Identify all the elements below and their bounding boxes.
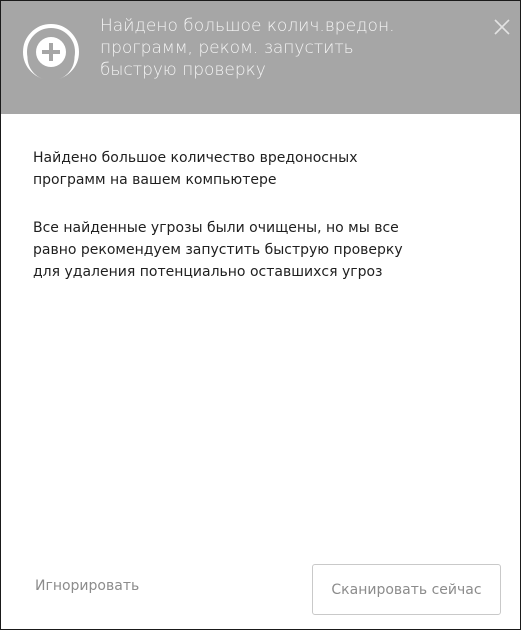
ignore-button[interactable]: Игнорировать xyxy=(35,578,139,594)
recommendation-message: Все найденные угрозы были очищены, но мы… xyxy=(33,220,403,280)
notification-header: Найдено большое колич.вредон. программ, … xyxy=(1,1,520,114)
close-icon[interactable] xyxy=(490,15,514,39)
refresh-plus-icon xyxy=(23,24,79,81)
notification-title: Найдено большое колич.вредон. программ, … xyxy=(100,16,395,80)
threats-found-message: Найдено большое количество вредоносных п… xyxy=(33,150,358,188)
scan-now-button[interactable]: Сканировать сейчас xyxy=(312,564,501,615)
notification-window: Найдено большое колич.вредон. программ, … xyxy=(0,0,521,630)
notification-body: Найдено большое количество вредоносных п… xyxy=(33,147,473,305)
